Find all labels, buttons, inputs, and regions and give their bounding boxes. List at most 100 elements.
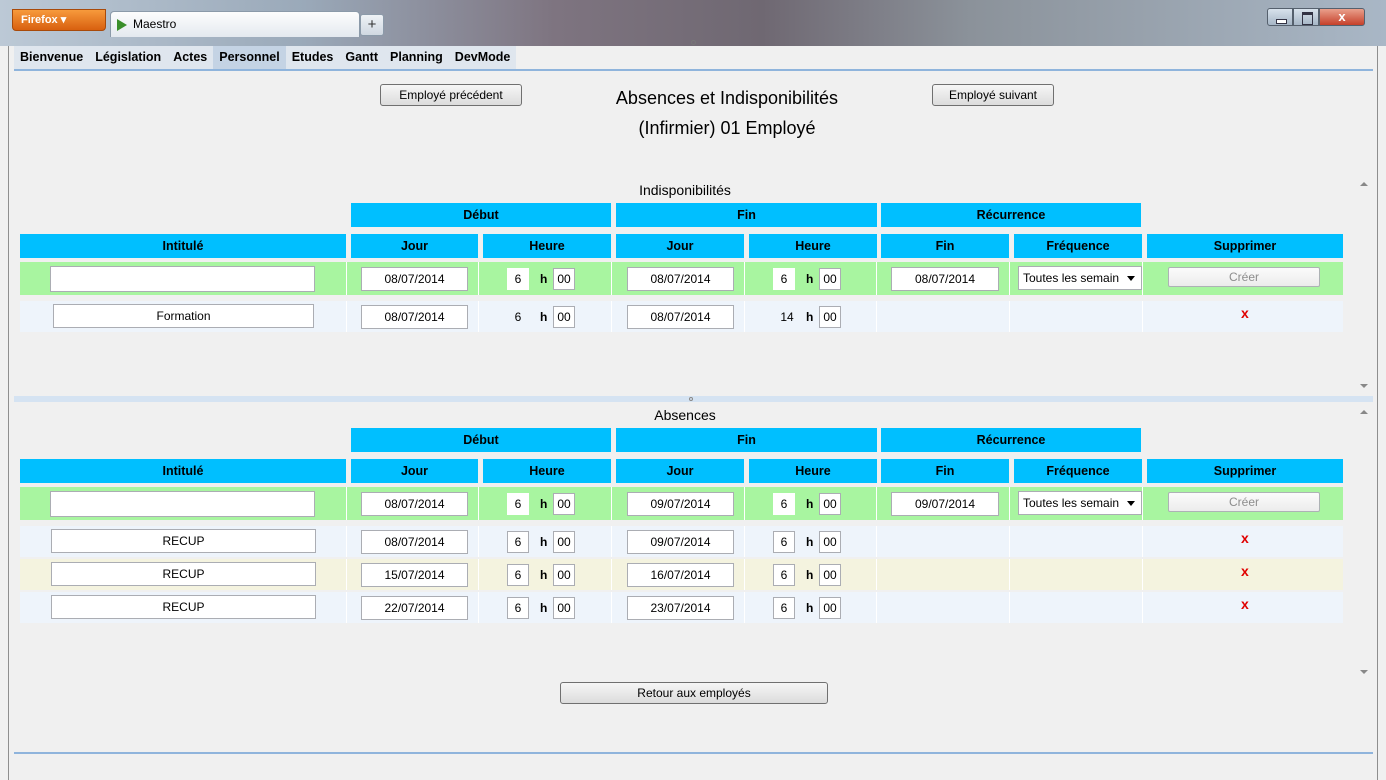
back-to-employees-button[interactable]: Retour aux employés <box>560 682 828 704</box>
col-header-fin-heure: Heure <box>749 459 877 483</box>
create-indisponibilite-button[interactable]: Créer <box>1168 267 1320 287</box>
cell-divider <box>611 526 612 557</box>
absence-fin-jour-input[interactable]: 09/07/2014 <box>627 530 734 554</box>
scroll-down-icon[interactable] <box>1360 384 1368 388</box>
new-indisponibilite-intitule-input[interactable] <box>50 266 315 292</box>
cell-divider <box>346 487 347 520</box>
scroll-up-icon[interactable] <box>1360 182 1368 186</box>
cell-divider <box>876 301 877 332</box>
panel-splitter[interactable] <box>14 396 1373 402</box>
indisponibilite-intitule-input[interactable]: Formation <box>53 304 314 328</box>
indisponibilite-debut-minute-input[interactable]: 00 <box>553 306 575 328</box>
absence-fin-minute-input[interactable]: 00 <box>819 597 841 619</box>
cell-divider <box>346 262 347 295</box>
nav-item-planning[interactable]: Planning <box>384 46 449 70</box>
col-group-fin: Fin <box>616 203 877 227</box>
indisponibilite-fin-minute-input[interactable]: 00 <box>819 306 841 328</box>
new-absence-intitule-input[interactable] <box>50 491 315 517</box>
new-indisponibilite-debut-jour-input[interactable]: 08/07/2014 <box>361 267 468 291</box>
nav-item-gantt[interactable]: Gantt <box>339 46 384 70</box>
absence-debut-jour-input[interactable]: 08/07/2014 <box>361 530 468 554</box>
absence-fin-minute-input[interactable]: 00 <box>819 531 841 553</box>
new-absence-debut-minute-input[interactable]: 00 <box>553 493 575 515</box>
new-tab-button[interactable]: + <box>360 14 384 36</box>
cell-divider <box>478 592 479 623</box>
absence-debut-minute-input[interactable]: 00 <box>553 531 575 553</box>
nav-item-actes[interactable]: Actes <box>167 46 213 70</box>
absence-fin-minute-input[interactable]: 00 <box>819 564 841 586</box>
nav-item-devmode[interactable]: DevMode <box>449 46 517 70</box>
cell-divider <box>744 559 745 590</box>
new-indisponibilite-fin-minute-input[interactable]: 00 <box>819 268 841 290</box>
absence-fin-heure-input[interactable]: 6 <box>773 597 795 619</box>
col-header-recurrence-fin: Fin <box>881 459 1009 483</box>
next-employee-button[interactable]: Employé suivant <box>932 84 1054 106</box>
new-indisponibilite-fin-heure-input[interactable]: 6 <box>773 268 795 290</box>
absence-debut-minute-input[interactable]: 00 <box>553 597 575 619</box>
absence-debut-jour-input[interactable]: 22/07/2014 <box>361 596 468 620</box>
absence-fin-jour-input[interactable]: 23/07/2014 <box>627 596 734 620</box>
delete-absence-button[interactable]: x <box>1241 596 1249 612</box>
absence-intitule-input[interactable]: RECUP <box>51 529 316 553</box>
hour-separator: h <box>540 568 548 582</box>
nav-item-bienvenue[interactable]: Bienvenue <box>14 46 89 70</box>
delete-absence-button[interactable]: x <box>1241 530 1249 546</box>
cell-divider <box>611 559 612 590</box>
absence-intitule-input[interactable]: RECUP <box>51 562 316 586</box>
new-absence-recurrence-fin-input[interactable]: 09/07/2014 <box>891 492 999 516</box>
cell-divider <box>346 592 347 623</box>
col-group-recurrence: Récurrence <box>881 428 1141 452</box>
browser-tab[interactable]: Maestro <box>110 11 360 37</box>
previous-employee-button[interactable]: Employé précédent <box>380 84 522 106</box>
new-absence-fin-jour-input[interactable]: 09/07/2014 <box>627 492 734 516</box>
scroll-up-icon[interactable] <box>1360 410 1368 414</box>
hour-separator: h <box>806 272 814 286</box>
delete-indisponibilite-button[interactable]: x <box>1241 305 1249 321</box>
delete-absence-button[interactable]: x <box>1241 563 1249 579</box>
nav-item-personnel[interactable]: Personnel <box>213 46 286 70</box>
new-indisponibilite-fin-jour-input[interactable]: 08/07/2014 <box>627 267 734 291</box>
create-absence-button[interactable]: Créer <box>1168 492 1320 512</box>
new-indisponibilite-frequence-select[interactable]: Toutes les semaines <box>1018 266 1142 290</box>
indisponibilite-fin-heure-input[interactable]: 14 <box>775 306 799 328</box>
absence-debut-heure-input[interactable]: 6 <box>507 531 529 553</box>
cell-divider <box>1142 487 1143 520</box>
new-absence-fin-heure-input[interactable]: 6 <box>773 493 795 515</box>
nav-item-legislation[interactable]: Législation <box>89 46 167 70</box>
new-indisponibilite-recurrence-fin-input[interactable]: 08/07/2014 <box>891 267 999 291</box>
absence-debut-minute-input[interactable]: 00 <box>553 564 575 586</box>
absences-scrollbar[interactable] <box>1357 404 1371 680</box>
indisponibilite-fin-jour-input[interactable]: 08/07/2014 <box>627 305 734 329</box>
window-titlebar: Firefox ▾ Maestro + x <box>0 0 1386 46</box>
hour-separator: h <box>540 497 548 511</box>
new-absence-frequence-select[interactable]: Toutes les semaines <box>1018 491 1142 515</box>
new-indisponibilite-debut-heure-input[interactable]: 6 <box>507 268 529 290</box>
col-header-supprimer: Supprimer <box>1147 234 1343 258</box>
cell-divider <box>876 559 877 590</box>
absence-fin-jour-input[interactable]: 16/07/2014 <box>627 563 734 587</box>
firefox-menu-button[interactable]: Firefox ▾ <box>12 9 106 31</box>
absence-intitule-input[interactable]: RECUP <box>51 595 316 619</box>
close-window-button[interactable]: x <box>1319 8 1365 26</box>
absence-debut-jour-input[interactable]: 15/07/2014 <box>361 563 468 587</box>
absence-debut-heure-input[interactable]: 6 <box>507 597 529 619</box>
cell-divider <box>478 301 479 332</box>
scroll-down-icon[interactable] <box>1360 670 1368 674</box>
nav-item-etudes[interactable]: Etudes <box>286 46 340 70</box>
new-absence-debut-jour-input[interactable]: 08/07/2014 <box>361 492 468 516</box>
absence-fin-heure-input[interactable]: 6 <box>773 564 795 586</box>
hour-separator: h <box>806 568 814 582</box>
absence-fin-heure-input[interactable]: 6 <box>773 531 795 553</box>
minimize-button[interactable] <box>1267 8 1293 26</box>
maximize-button[interactable] <box>1293 8 1319 26</box>
new-absence-fin-minute-input[interactable]: 00 <box>819 493 841 515</box>
indisponibilite-debut-jour-input[interactable]: 08/07/2014 <box>361 305 468 329</box>
indisponibilites-scrollbar[interactable] <box>1357 176 1371 394</box>
new-absence-debut-heure-input[interactable]: 6 <box>507 493 529 515</box>
cell-divider <box>1009 262 1010 295</box>
hour-separator: h <box>540 601 548 615</box>
cell-divider <box>478 526 479 557</box>
absence-debut-heure-input[interactable]: 6 <box>507 564 529 586</box>
indisponibilite-debut-heure-input[interactable]: 6 <box>507 306 529 328</box>
new-indisponibilite-debut-minute-input[interactable]: 00 <box>553 268 575 290</box>
